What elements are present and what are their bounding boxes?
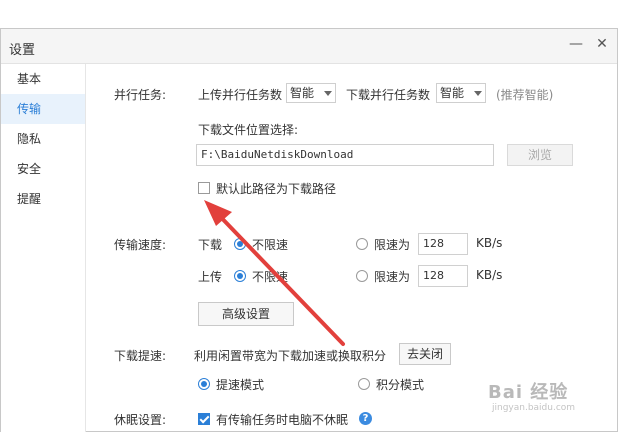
sidebar-item-basic[interactable]: 基本 <box>1 64 85 94</box>
transfer-speed-label: 传输速度: <box>114 238 167 252</box>
window-title: 设置 <box>9 43 36 58</box>
upload-unlimited-radio[interactable] <box>234 270 246 282</box>
parallel-hint: (推荐智能) <box>496 88 554 102</box>
chevron-down-icon <box>324 91 332 96</box>
browse-button[interactable]: 浏览 <box>507 144 573 166</box>
download-parallel-select[interactable]: 智能 <box>436 83 486 103</box>
download-speed-unit: KB/s <box>476 236 503 250</box>
sidebar-item-label: 基本 <box>17 72 42 86</box>
sidebar-item-label: 隐私 <box>17 132 42 146</box>
boost-speed-mode-radio[interactable] <box>198 378 210 390</box>
watermark-url: jingyan.baidu.com <box>492 403 576 413</box>
upload-limit-radio[interactable] <box>356 270 368 282</box>
upload-limit-input[interactable]: 128 <box>418 265 468 287</box>
upload-limit-label: 限速为 <box>374 270 411 284</box>
upload-speed-label: 上传 <box>198 270 223 284</box>
boost-speed-mode-label: 提速模式 <box>216 378 265 392</box>
sleep-settings-label: 休眠设置: <box>114 413 167 427</box>
download-unlimited-label: 不限速 <box>252 238 289 252</box>
download-limit-radio[interactable] <box>356 238 368 250</box>
settings-sidebar: 基本 传输 隐私 安全 提醒 <box>1 64 86 432</box>
settings-content: 并行任务: 上传并行任务数 智能 下载并行任务数 智能 (推荐智能) 下载文件位… <box>86 64 619 432</box>
title-bar: 设置 — ✕ <box>1 29 617 64</box>
sidebar-item-reminder[interactable]: 提醒 <box>1 184 85 214</box>
default-path-label: 默认此路径为下载路径 <box>216 182 337 196</box>
default-path-checkbox[interactable] <box>198 182 210 194</box>
sidebar-item-security[interactable]: 安全 <box>1 154 85 184</box>
sidebar-item-label: 提醒 <box>17 192 42 206</box>
boost-points-mode-label: 积分模式 <box>376 378 425 392</box>
download-limit-input[interactable]: 128 <box>418 233 468 255</box>
sidebar-item-label: 安全 <box>17 162 42 176</box>
download-limit-label: 限速为 <box>374 238 411 252</box>
minimize-button[interactable]: — <box>567 35 585 53</box>
download-speed-label: 下载 <box>198 238 223 252</box>
download-boost-label: 下载提速: <box>114 349 167 363</box>
help-icon[interactable]: ? <box>359 412 372 425</box>
advanced-settings-button[interactable]: 高级设置 <box>198 302 294 326</box>
close-button[interactable]: ✕ <box>593 35 611 53</box>
sidebar-item-transfer[interactable]: 传输 <box>1 94 85 124</box>
download-unlimited-radio[interactable] <box>234 238 246 250</box>
parallel-tasks-label: 并行任务: <box>114 88 167 102</box>
download-parallel-label: 下载并行任务数 <box>346 88 431 102</box>
watermark-logo: Bai 经验 <box>488 382 569 403</box>
upload-parallel-select[interactable]: 智能 <box>286 83 336 103</box>
close-boost-button[interactable]: 去关闭 <box>399 343 451 365</box>
upload-speed-unit: KB/s <box>476 268 503 282</box>
sidebar-item-label: 传输 <box>17 102 42 116</box>
sidebar-item-privacy[interactable]: 隐私 <box>1 124 85 154</box>
chevron-down-icon <box>474 91 482 96</box>
upload-parallel-value: 智能 <box>290 86 315 100</box>
settings-window: 设置 — ✕ 基本 传输 隐私 安全 提醒 并行任务: 上传并行任务数 智能 下… <box>0 28 618 432</box>
upload-unlimited-label: 不限速 <box>252 270 289 284</box>
download-parallel-value: 智能 <box>440 86 465 100</box>
no-sleep-label: 有传输任务时电脑不休眠 <box>216 413 349 427</box>
boost-points-mode-radio[interactable] <box>358 378 370 390</box>
download-path-input[interactable]: F:\BaiduNetdiskDownload <box>196 144 494 166</box>
no-sleep-checkbox[interactable] <box>198 413 210 425</box>
upload-parallel-label: 上传并行任务数 <box>198 88 283 102</box>
download-boost-description: 利用闲置带宽为下载加速或换取积分 <box>194 349 387 363</box>
download-location-label: 下载文件位置选择: <box>198 123 299 137</box>
